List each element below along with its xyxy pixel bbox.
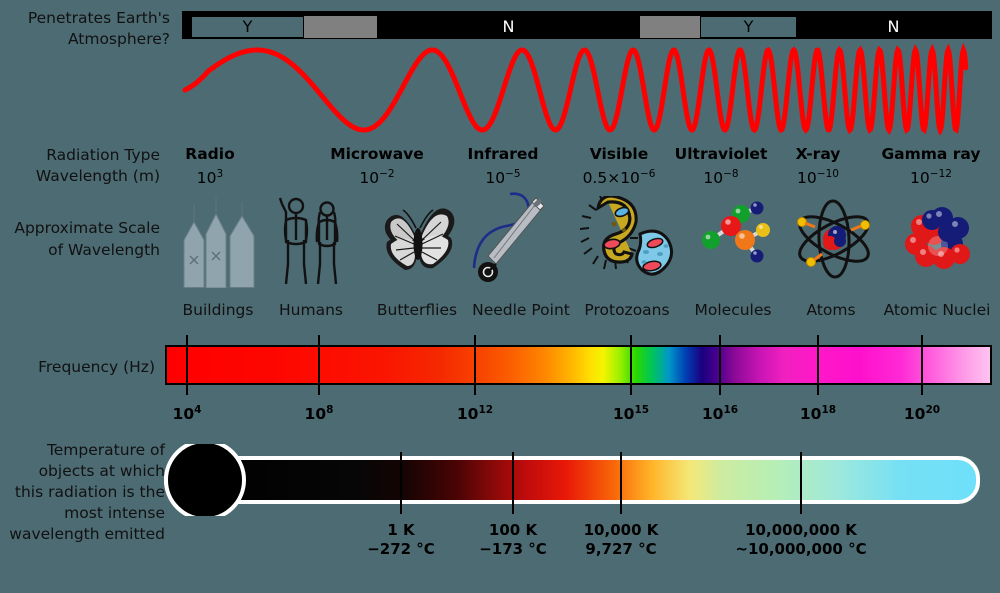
frequency-spectrum-bar	[165, 345, 992, 385]
frequency-tick-mark	[630, 335, 632, 395]
temperature-celsius-value: 9,727 °C	[585, 540, 657, 558]
temperature-celsius-value: ~10,000,000 °C	[735, 540, 867, 558]
molecule-icon	[702, 201, 770, 263]
temperature-row-label-line0: Temperature of	[46, 441, 165, 459]
temperature-tick-label: 10,000,000 K ~10,000,000 °C	[700, 521, 902, 559]
humans-icon	[278, 197, 339, 285]
atmosphere-segment-partial-2	[640, 16, 700, 38]
frequency-tick-mark	[719, 335, 721, 395]
radiation-type-gamma-ray: Gamma ray	[881, 145, 981, 163]
atmosphere-penetration-bar: Y N Y N	[182, 11, 992, 39]
atmosphere-segment-label-n2: N	[887, 17, 900, 36]
atmosphere-segment-label-y2: Y	[743, 17, 754, 36]
temperature-row-label-line4: wavelength emitted	[9, 525, 165, 543]
temperature-tick-mark	[400, 452, 402, 514]
frequency-row-label: Frequency (Hz)	[38, 358, 155, 376]
frequency-tick-label: 1012	[456, 404, 494, 424]
temperature-row-label: Temperature of objects at which this rad…	[0, 440, 165, 545]
needle-icon	[472, 192, 545, 282]
penetrates-atmosphere-label-line1: Penetrates Earth's	[27, 9, 170, 27]
wavelength-value-gamma-ray: 10−12	[910, 168, 952, 188]
atmosphere-segment-partial-1	[304, 16, 377, 38]
temperature-row-label-line3: most intense	[64, 504, 165, 522]
frequency-tick-mark	[817, 335, 819, 395]
electromagnetic-spectrum-diagram: Penetrates Earth's Atmosphere? Y N Y N R…	[0, 0, 1000, 593]
frequency-tick-mark	[318, 335, 320, 395]
frequency-tick-mark	[186, 335, 188, 395]
frequency-tick-mark	[474, 335, 476, 395]
temperature-tick-mark	[620, 452, 622, 514]
radiation-type-radio: Radio	[185, 145, 235, 163]
temperature-row-label-line1: objects at which	[38, 462, 165, 480]
nucleus-icon	[905, 207, 970, 269]
thermometer-graphic	[164, 444, 980, 516]
frequency-tick-label: 104	[172, 404, 202, 424]
butterfly-icon	[384, 208, 455, 270]
temperature-tick-mark	[800, 452, 802, 514]
protozoan-icon	[580, 196, 673, 276]
atom-icon	[797, 199, 870, 279]
atmosphere-segment-label-y1: Y	[242, 17, 253, 36]
buildings-icon	[183, 198, 255, 288]
electromagnetic-wave-graphic	[182, 42, 969, 135]
temperature-kelvin-value: 10,000 K	[583, 521, 659, 539]
temperature-tick-label: 10,000 K 9,727 °C	[520, 521, 722, 559]
scale-object-atomic-nuclei: Atomic Nuclei	[883, 301, 991, 319]
scale-row-label-line2: of Wavelength	[48, 241, 160, 259]
temperature-row-label-line2: this radiation is the	[14, 483, 165, 501]
frequency-tick-mark	[921, 335, 923, 395]
temperature-tick-mark	[512, 452, 514, 514]
frequency-tick-label: 1020	[903, 404, 941, 424]
frequency-tick-label: 108	[304, 404, 334, 424]
atmosphere-segment-label-n1: N	[502, 17, 515, 36]
wavelength-value-radio: 103	[196, 168, 224, 188]
temperature-kelvin-value: 10,000,000 K	[745, 521, 857, 539]
scale-row-label-line1: Approximate Scale	[14, 219, 160, 237]
